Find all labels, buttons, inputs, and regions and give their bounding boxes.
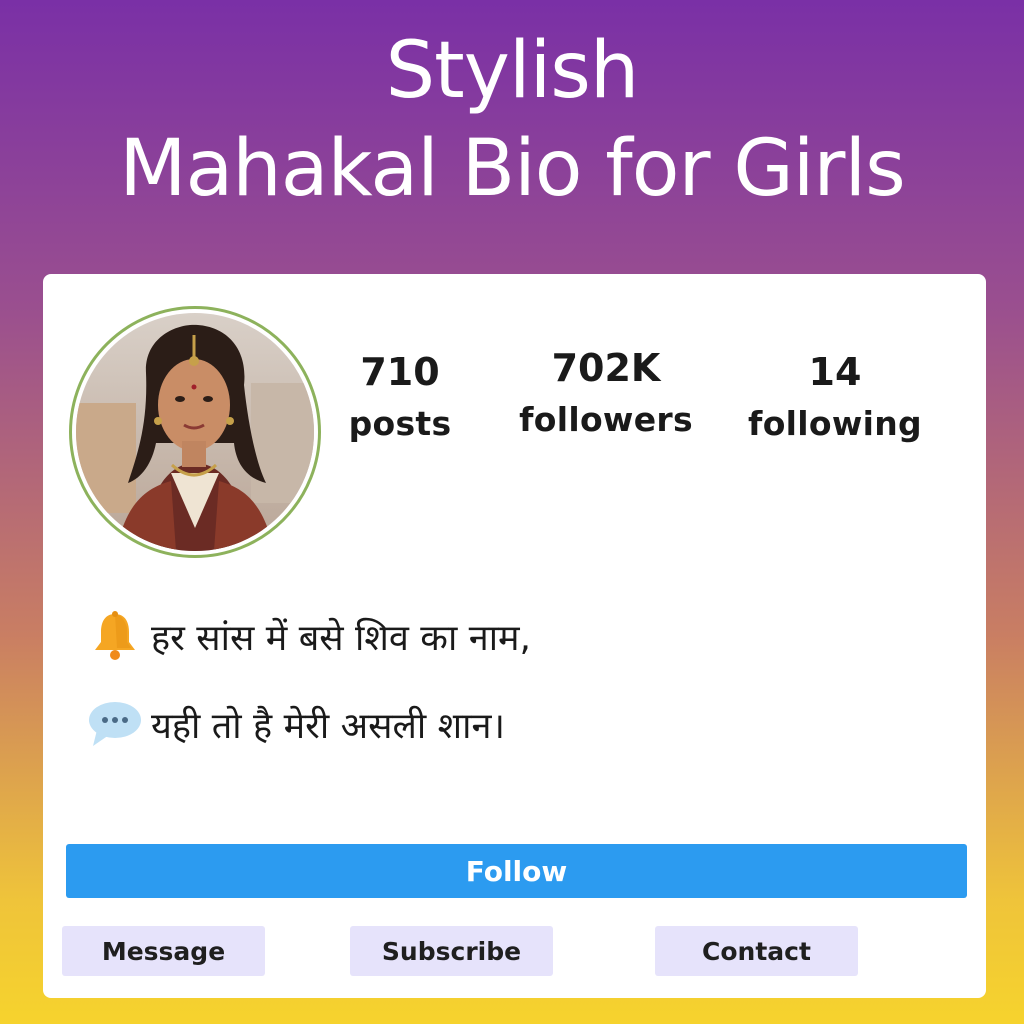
stat-following-label: following xyxy=(748,404,922,443)
stat-following-value: 14 xyxy=(808,350,862,394)
bio-line-text: हर सांस में बसे शिव का नाम, xyxy=(151,617,531,659)
bell-icon xyxy=(87,610,143,662)
avatar-photo xyxy=(76,313,314,551)
stat-posts[interactable]: 710 posts xyxy=(333,348,467,452)
speech-bubble-icon xyxy=(87,698,143,750)
subscribe-button[interactable]: Subscribe xyxy=(350,926,553,976)
stat-followers-value: 702K xyxy=(551,346,661,390)
headline-line-2: Mahakal Bio for Girls xyxy=(119,124,906,214)
stat-following[interactable]: 14 following xyxy=(738,348,932,452)
stat-posts-value: 710 xyxy=(360,350,440,394)
follow-button[interactable]: Follow xyxy=(66,844,967,898)
bio-line: हर सांस में बसे शिव का नाम, xyxy=(87,610,531,662)
avatar[interactable] xyxy=(69,306,321,558)
stat-followers[interactable]: 702K followers xyxy=(513,344,699,448)
profile-card: 710 posts 702K followers 14 following हर… xyxy=(43,274,986,998)
page-headline: Stylish Mahakal Bio for Girls xyxy=(0,22,1024,218)
contact-button[interactable]: Contact xyxy=(655,926,858,976)
headline-line-1: Stylish xyxy=(385,26,640,116)
bio-line-text: यही तो है मेरी असली शान। xyxy=(151,705,506,747)
message-button[interactable]: Message xyxy=(62,926,265,976)
bio-line: यही तो है मेरी असली शान। xyxy=(87,698,531,750)
bio: हर सांस में बसे शिव का नाम, यही तो है मे… xyxy=(87,610,531,786)
stat-posts-label: posts xyxy=(348,404,452,443)
stat-followers-label: followers xyxy=(519,400,693,439)
